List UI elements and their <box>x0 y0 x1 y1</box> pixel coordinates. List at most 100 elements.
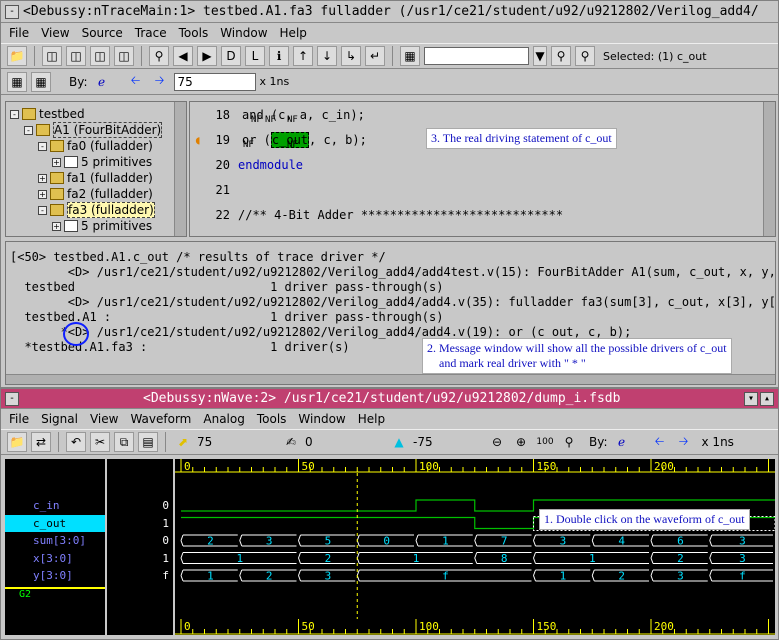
doc-icon[interactable]: D <box>221 46 241 66</box>
cut-icon[interactable]: ✂ <box>90 432 110 452</box>
return-icon[interactable]: ↵ <box>365 46 385 66</box>
collapse-icon[interactable]: - <box>38 205 47 215</box>
wave-open-icon[interactable]: 📁 <box>7 432 27 452</box>
get-signals-icon[interactable]: ⇄ <box>31 432 51 452</box>
load-icon[interactable]: L <box>245 46 265 66</box>
tree-item[interactable]: - A1 (FourBitAdder) <box>10 122 182 138</box>
tree-item[interactable]: - fa0 (fulladder) <box>10 138 182 154</box>
collapse-icon[interactable]: - <box>38 141 47 151</box>
search-net-icon[interactable]: ⚲ <box>551 46 571 66</box>
menu-help[interactable]: Help <box>280 26 307 40</box>
signal-value: 0 <box>162 534 169 548</box>
expand-icon[interactable]: + <box>52 221 61 231</box>
source-line[interactable]: 20 endmodule <box>190 152 775 177</box>
up-arrow-icon[interactable]: ↑ <box>293 46 313 66</box>
source-line[interactable]: 22 //** 4-Bit Adder *********************… <box>190 202 775 227</box>
waveform-svg[interactable]: 0 50 100 150 2000 50 100 150 2002 3 5 0 1 7 3 4 6 31 2 1 8 1 2… <box>175 459 776 635</box>
tree-item[interactable]: - testbed <box>10 106 182 122</box>
wave-edge-icon[interactable]: ℯ <box>612 432 632 452</box>
prev-arrow-icon[interactable]: 🡠 <box>126 72 146 92</box>
source-line[interactable]: 21 <box>190 177 775 202</box>
copy-icon[interactable]: ⧉ <box>114 432 134 452</box>
expand-icon[interactable]: + <box>52 157 61 167</box>
wave-menu-analog[interactable]: Analog <box>203 412 244 426</box>
zoom-in-icon[interactable]: ⊕ <box>511 432 531 452</box>
open-folder-icon[interactable]: 📁 <box>7 46 27 66</box>
search-combo[interactable] <box>424 47 529 65</box>
hierarchy2-icon[interactable]: ▦ <box>31 71 51 92</box>
wave-menu-signal[interactable]: Signal <box>41 412 78 426</box>
hierarchy-icon[interactable]: ▦ <box>7 71 27 92</box>
signal-name[interactable]: x[3:0] <box>5 550 105 568</box>
zoom-all-icon[interactable]: ⚲ <box>559 432 579 452</box>
tree-item[interactable]: + fa1 (fulladder) <box>10 170 182 186</box>
layout4-icon[interactable]: ◫ <box>114 46 134 66</box>
menu-view[interactable]: View <box>41 26 69 40</box>
primitive-icon <box>64 156 78 168</box>
collapse-icon[interactable]: - <box>24 125 33 135</box>
wave-menu-waveform[interactable]: Waveform <box>130 412 191 426</box>
signal-name[interactable]: c_out <box>5 514 105 532</box>
bus_y-value: 3 <box>325 570 332 583</box>
layout2-icon[interactable]: ◫ <box>66 46 86 66</box>
tree-scrollbar[interactable] <box>174 102 186 236</box>
source-scrollbar[interactable] <box>763 102 775 236</box>
time-input[interactable]: 75 <box>173 72 256 91</box>
undo-icon[interactable]: ↶ <box>66 432 86 452</box>
forward-icon[interactable]: ▶ <box>197 46 217 66</box>
find-icon[interactable]: ⚲ <box>149 46 169 66</box>
calculator-icon[interactable]: ▦ <box>400 46 420 66</box>
next-arrow-icon[interactable]: 🡢 <box>150 72 170 92</box>
driving-statement-note: 3. The real driving statement of c_out <box>426 128 617 149</box>
waveform-pane[interactable]: 0 50 100 150 200 0 50 100 150 200 2 3 5 0 1 7 3 4 6 3 1 2 1 8 1 2… <box>175 459 776 635</box>
menu-file[interactable]: File <box>9 26 29 40</box>
dropdown-icon[interactable]: ▼ <box>533 46 547 66</box>
zoom-out-icon[interactable]: ⊖ <box>487 432 507 452</box>
signal-name[interactable]: c_in <box>5 497 105 515</box>
wave-menu-file[interactable]: File <box>9 412 29 426</box>
source-line[interactable]: 18 and (c, a, c_in); NF NF NF <box>190 102 775 127</box>
collapse-icon[interactable]: + <box>38 173 47 183</box>
maximize-button[interactable]: ▴ <box>760 391 774 406</box>
layout-icon[interactable]: ◫ <box>42 46 62 66</box>
down-arrow-icon[interactable]: ↓ <box>317 46 337 66</box>
wave-menu-view[interactable]: View <box>90 412 118 426</box>
tree-item[interactable]: - fa3 (fulladder) <box>10 202 182 218</box>
collapse-icon[interactable]: + <box>38 189 47 199</box>
wave-window-menu-button[interactable]: - <box>5 391 19 406</box>
driver-icon[interactable]: ℹ <box>269 46 289 66</box>
collapse-icon[interactable]: - <box>10 109 19 119</box>
signal-name[interactable]: y[3:0] <box>5 567 105 585</box>
back-icon[interactable]: ◀ <box>173 46 193 66</box>
layout3-icon[interactable]: ◫ <box>90 46 110 66</box>
tree-item[interactable]: +5 primitives <box>10 218 182 234</box>
minimize-button[interactable]: ▾ <box>744 391 758 406</box>
connect-icon[interactable]: ↳ <box>341 46 361 66</box>
signal-name[interactable]: sum[3:0] <box>5 532 105 550</box>
menu-window[interactable]: Window <box>220 26 267 40</box>
trace-menubar: File View Source Trace Tools Window Help <box>1 23 778 43</box>
wave-prev-icon[interactable]: 🡠 <box>650 432 670 452</box>
message-line: *testbed.A1.fa3 : 1 driver(s) <box>10 340 350 354</box>
search-all-icon[interactable]: ⚲ <box>575 46 595 66</box>
wave-menu-window[interactable]: Window <box>298 412 345 426</box>
trace-titlebar[interactable]: - <Debussy:nTraceMain:1> testbed.A1.fa3 … <box>1 1 778 23</box>
wave-titlebar[interactable]: - <Debussy:nWave:2> /usr1/ce21/student/u… <box>1 389 778 409</box>
tree-item[interactable]: +5 primitives <box>10 154 182 170</box>
bus_y-value: 3 <box>677 570 684 583</box>
menu-source[interactable]: Source <box>82 26 123 40</box>
menu-trace[interactable]: Trace <box>135 26 167 40</box>
menu-tools[interactable]: Tools <box>179 26 209 40</box>
paste-icon[interactable]: ▤ <box>138 432 158 452</box>
wave-menu-tools[interactable]: Tools <box>257 412 287 426</box>
delta-time: -75 <box>413 435 433 449</box>
edge-icon[interactable]: ℯ <box>92 72 112 92</box>
window-menu-button[interactable]: - <box>5 4 19 19</box>
zoom-fit-icon[interactable]: 100 <box>535 432 555 452</box>
wave-menu-help[interactable]: Help <box>358 412 385 426</box>
bus_x-value: 3 <box>739 552 746 565</box>
wave-next-icon[interactable]: 🡢 <box>674 432 694 452</box>
signal-value-pane: 0 1 0 1 f <box>107 459 173 635</box>
tree-item[interactable]: + fa2 (fulladder) <box>10 186 182 202</box>
message-hscrollbar[interactable] <box>6 374 775 384</box>
